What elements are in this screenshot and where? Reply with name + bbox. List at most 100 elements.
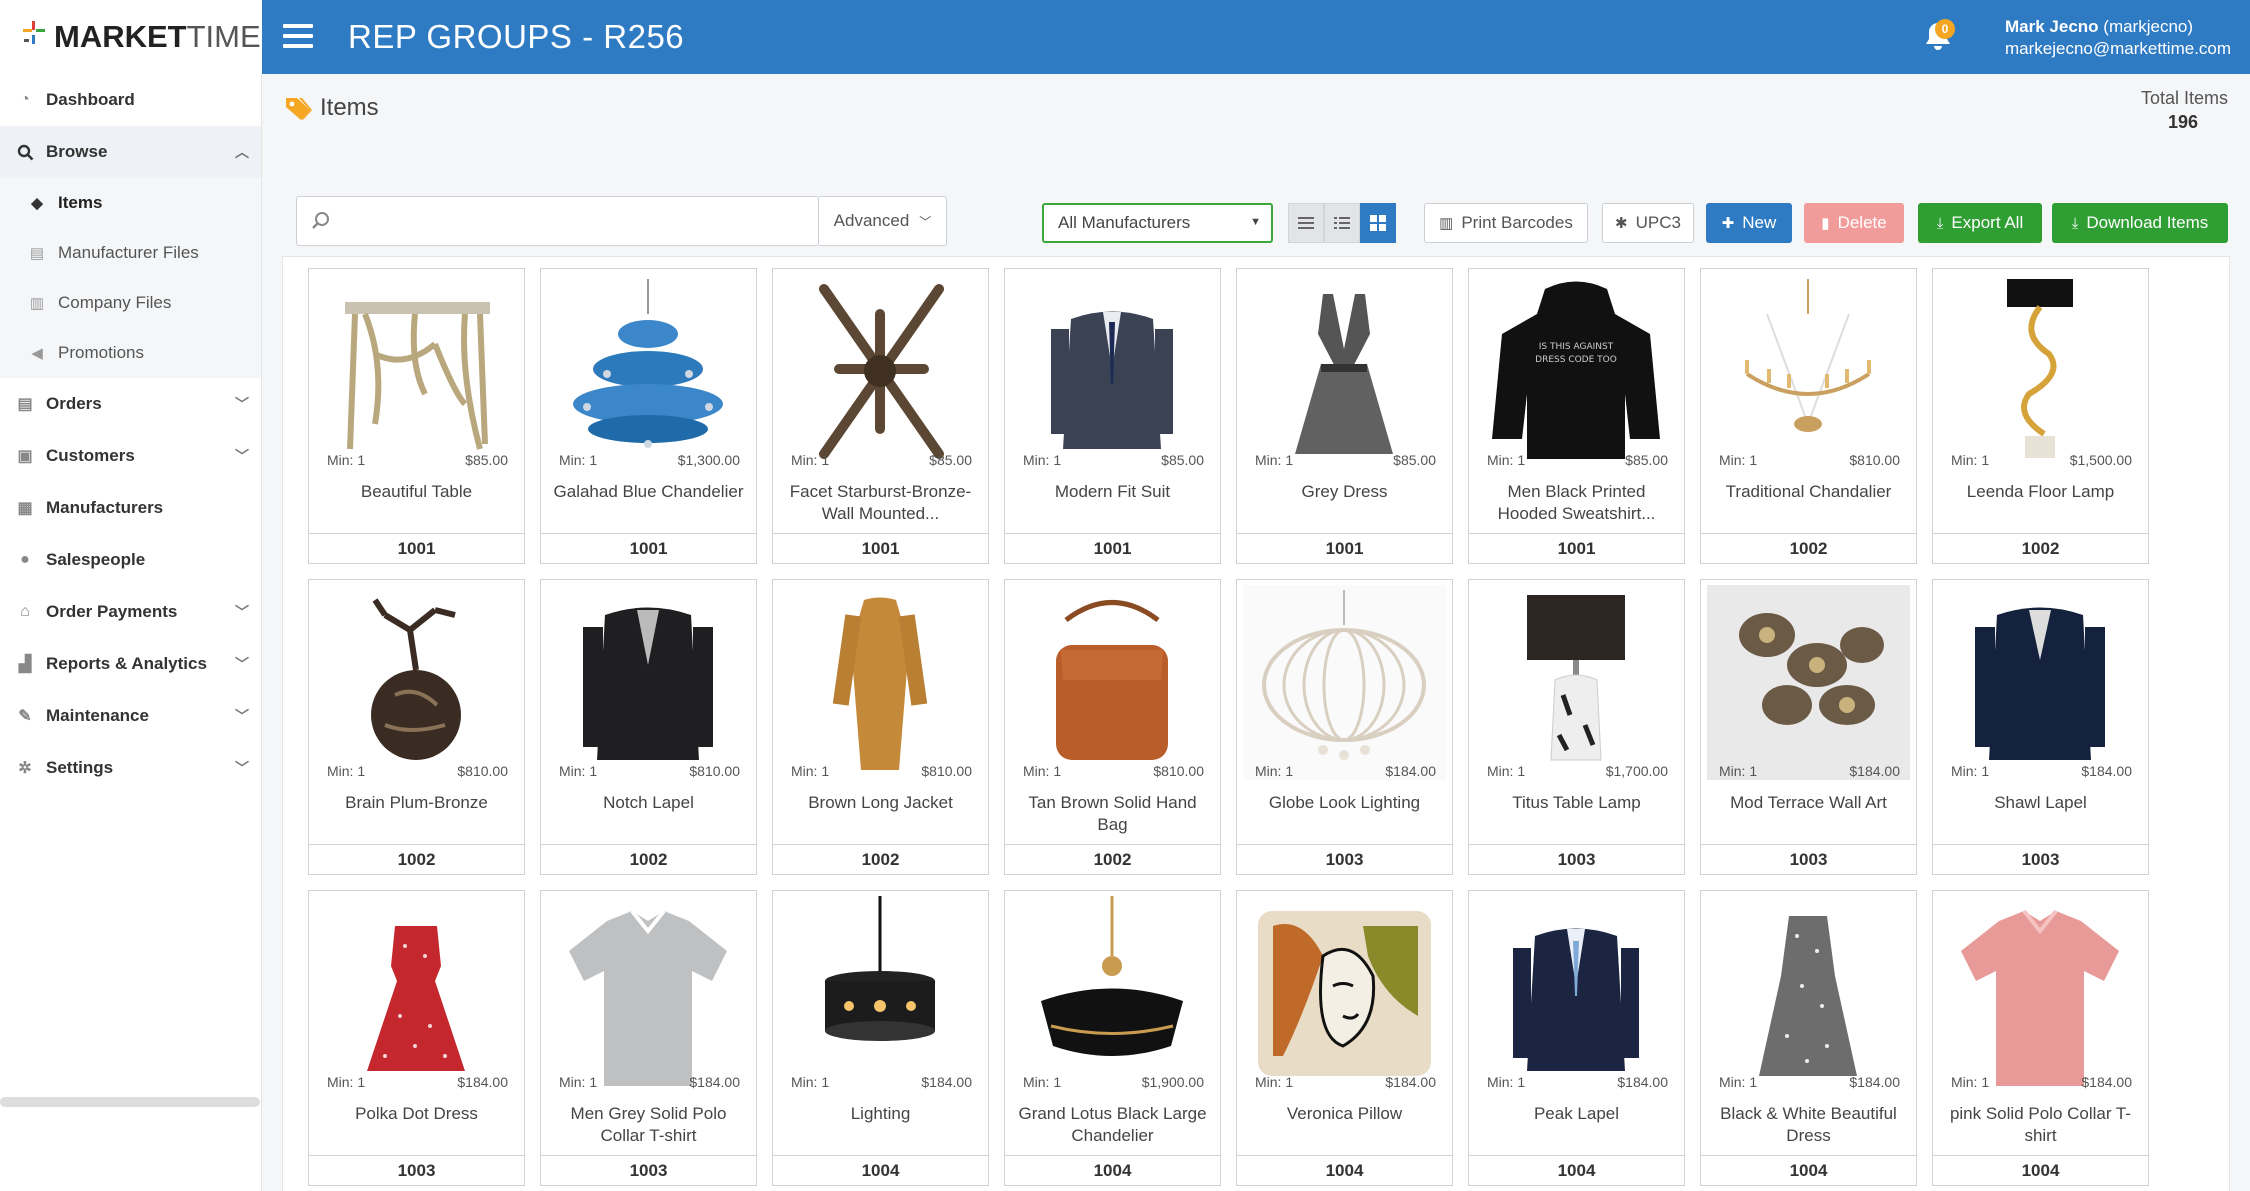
- svg-text:IS THIS AGAINST: IS THIS AGAINST: [1539, 342, 1614, 352]
- item-card[interactable]: Min: 1 $85.00 Facet Starburst-Bronze-Wall …: [772, 268, 989, 564]
- sidebar-item-settings[interactable]: ✲ Settings ﹀: [0, 742, 261, 794]
- view-toggle-group: [1288, 203, 1396, 243]
- sidebar-item-order-payments[interactable]: ⌂ Order Payments ﹀: [0, 586, 261, 638]
- item-name: Lighting: [850, 1104, 911, 1123]
- sidebar-item-label: Maintenance: [46, 706, 149, 725]
- sidebar-item-reports[interactable]: ▟ Reports & Analytics ﹀: [0, 638, 261, 690]
- new-item-button[interactable]: ✚ New: [1706, 203, 1792, 243]
- sidebar-item-browse[interactable]: Browse ︿: [0, 126, 261, 178]
- item-card[interactable]: Min: 1 $810.00 Traditional Chandalier 1002: [1700, 268, 1917, 564]
- item-min-qty: Min: 1: [559, 1074, 598, 1090]
- item-name: Brain Plum-Bronze: [345, 793, 488, 812]
- item-min-qty: Min: 1: [1255, 763, 1294, 779]
- item-price: $184.00: [1849, 763, 1900, 779]
- chevron-down-icon: ﹀: [235, 656, 249, 672]
- sidebar-item-items[interactable]: ◆ Items: [0, 178, 261, 228]
- item-card[interactable]: Min: 1 $1,900.00 Grand Lotus Black Large C…: [1004, 890, 1221, 1186]
- user-name: Mark Jecno: [2005, 17, 2099, 36]
- item-image: IS THIS AGAINST DRESS CODE TOO: [1475, 274, 1678, 469]
- sidebar-scrollbar[interactable]: [0, 1097, 260, 1107]
- sidebar-item-salespeople[interactable]: ● Salespeople: [0, 534, 261, 586]
- item-name: Titus Table Lamp: [1512, 793, 1641, 812]
- sidebar-item-dashboard[interactable]: ◔ Dashboard: [0, 74, 261, 126]
- item-image: [1243, 896, 1446, 1091]
- print-barcodes-button[interactable]: ▥ Print Barcodes: [1424, 203, 1588, 243]
- item-min-qty: Min: 1: [791, 452, 830, 468]
- item-card[interactable]: Min: 1 $810.00 Brain Plum-Bronze 1002: [308, 579, 525, 875]
- sidebar-item-maintenance[interactable]: ✎ Maintenance ﹀: [0, 690, 261, 742]
- dashboard-icon: ◔: [20, 91, 30, 108]
- item-min-qty: Min: 1: [1487, 763, 1526, 779]
- item-manufacturer-code: 1003: [1469, 844, 1684, 874]
- plus-icon: ✚: [1721, 215, 1735, 232]
- item-card[interactable]: Min: 1 $810.00 Tan Brown Solid Hand Bag 100…: [1004, 579, 1221, 875]
- item-card[interactable]: Min: 1 $85.00 Grey Dress 1001: [1236, 268, 1453, 564]
- item-manufacturer-code: 1001: [541, 533, 756, 563]
- item-card[interactable]: Min: 1 $184.00 Globe Look Lighting 1003: [1236, 579, 1453, 875]
- chevron-down-icon: ﹀: [919, 214, 932, 229]
- sidebar-item-label: Company Files: [58, 293, 172, 312]
- chevron-up-icon: ︿: [235, 144, 249, 160]
- item-card[interactable]: IS THIS AGAINST DRESS CODE TOO Min: 1 $85.0…: [1468, 268, 1685, 564]
- download-items-label: Download Items: [2086, 213, 2209, 232]
- item-card[interactable]: Min: 1 $184.00 pink Solid Polo Collar T-sh…: [1932, 890, 2149, 1186]
- caret-down-icon: ▼: [1250, 216, 1261, 228]
- app-logo[interactable]: MARKETTIME: [0, 0, 262, 74]
- search-icon: [311, 211, 331, 231]
- item-card[interactable]: Min: 1 $810.00 Notch Lapel 1002: [540, 579, 757, 875]
- item-card[interactable]: Min: 1 $1,700.00 Titus Table Lamp 1003: [1468, 579, 1685, 875]
- list-view-button[interactable]: [1288, 203, 1324, 243]
- item-name: Traditional Chandalier: [1725, 482, 1892, 501]
- item-card[interactable]: Min: 1 $184.00 Polka Dot Dress 1003: [308, 890, 525, 1186]
- sidebar-item-manufacturer-files[interactable]: ▤ Manufacturer Files: [0, 228, 261, 278]
- item-card[interactable]: Min: 1 $1,500.00 Leenda Floor Lamp 1002: [1932, 268, 2149, 564]
- item-card[interactable]: Min: 1 $810.00 Brown Long Jacket 1002: [772, 579, 989, 875]
- item-name: Mod Terrace Wall Art: [1730, 793, 1887, 812]
- item-price: $85.00: [1393, 452, 1436, 468]
- file-icon: ▤: [17, 396, 33, 413]
- detail-list-view-button[interactable]: [1324, 203, 1360, 243]
- item-card[interactable]: Min: 1 $184.00 Men Grey Solid Polo Collar …: [540, 890, 757, 1186]
- bullhorn-icon: ◀: [31, 345, 43, 362]
- export-all-button[interactable]: ⤓ Export All: [1918, 203, 2042, 243]
- list-icon: [1298, 217, 1314, 229]
- item-card[interactable]: Min: 1 $184.00 Mod Terrace Wall Art 1003: [1700, 579, 1917, 875]
- item-card[interactable]: Min: 1 $85.00 Beautiful Table 1001: [308, 268, 525, 564]
- upc-settings-button[interactable]: ✱ UPC3: [1602, 203, 1694, 243]
- sidebar-item-label: Order Payments: [46, 602, 178, 621]
- chevron-down-icon: ﹀: [235, 396, 249, 412]
- chevron-down-icon: ﹀: [235, 448, 249, 464]
- item-card[interactable]: Min: 1 $85.00 Modern Fit Suit 1001: [1004, 268, 1221, 564]
- item-name: Black & White Beautiful Dress: [1720, 1104, 1897, 1145]
- sidebar-item-manufacturers[interactable]: ▦ Manufacturers: [0, 482, 261, 534]
- item-card[interactable]: Min: 1 $184.00 Lighting 1004: [772, 890, 989, 1186]
- advanced-label: Advanced: [833, 211, 910, 230]
- menu-toggle-icon[interactable]: [283, 24, 313, 50]
- item-price: $810.00: [689, 763, 740, 779]
- item-name: Peak Lapel: [1533, 1104, 1620, 1123]
- trash-icon: ▮: [1821, 215, 1830, 232]
- user-menu[interactable]: Mark Jecno (markjecno) markejecno@market…: [2005, 16, 2231, 60]
- item-min-qty: Min: 1: [791, 763, 830, 779]
- advanced-search-button[interactable]: Advanced ﹀: [819, 196, 947, 246]
- manufacturer-select[interactable]: All Manufacturers ▼: [1042, 203, 1273, 243]
- item-min-qty: Min: 1: [1023, 452, 1062, 468]
- sidebar-item-label: Orders: [46, 394, 102, 413]
- item-manufacturer-code: 1004: [1701, 1155, 1916, 1185]
- item-card[interactable]: Min: 1 $184.00 Veronica Pillow 1004: [1236, 890, 1453, 1186]
- grid-view-button[interactable]: [1360, 203, 1396, 243]
- sidebar-item-promotions[interactable]: ◀ Promotions: [0, 328, 261, 378]
- search-input[interactable]: [341, 205, 781, 237]
- item-name: Globe Look Lighting: [1268, 793, 1421, 812]
- download-items-button[interactable]: ⤓ Download Items: [2052, 203, 2228, 243]
- item-card[interactable]: Min: 1 $1,300.00 Galahad Blue Chandelier 10…: [540, 268, 757, 564]
- item-card[interactable]: Min: 1 $184.00 Shawl Lapel 1003: [1932, 579, 2149, 875]
- item-card[interactable]: Min: 1 $184.00 Peak Lapel 1004: [1468, 890, 1685, 1186]
- print-barcodes-label: Print Barcodes: [1461, 213, 1573, 232]
- sidebar-item-customers[interactable]: ▣ Customers ﹀: [0, 430, 261, 482]
- delete-button[interactable]: ▮ Delete: [1804, 203, 1904, 243]
- top-bar: MARKETTIME REP GROUPS - R256 0 Mark Jecn…: [0, 0, 2250, 74]
- sidebar-item-orders[interactable]: ▤ Orders ﹀: [0, 378, 261, 430]
- item-card[interactable]: Min: 1 $184.00 Black & White Beautiful Dre…: [1700, 890, 1917, 1186]
- sidebar-item-company-files[interactable]: ▥ Company Files: [0, 278, 261, 328]
